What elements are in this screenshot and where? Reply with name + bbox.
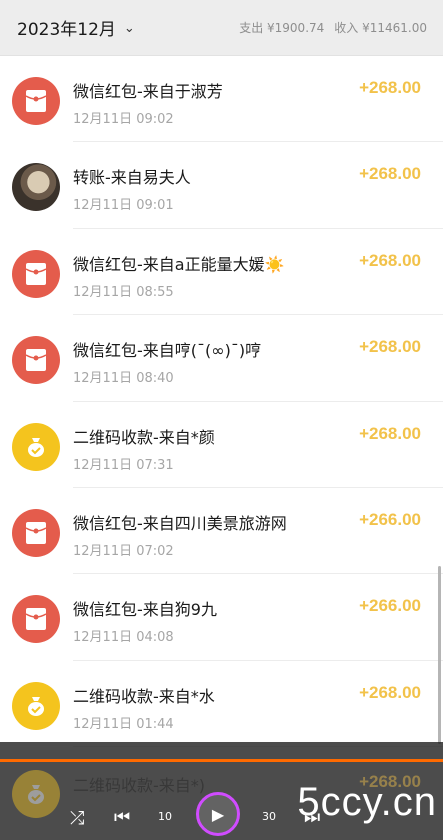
month-selector[interactable]: 2023年12月 ⌄: [17, 15, 135, 40]
transaction-title: 微信红包-来自a正能量大媛☀️: [73, 254, 285, 274]
watermark: 5ccy.cn: [297, 780, 437, 824]
transaction-amount: +268.00: [359, 250, 421, 270]
transaction-row[interactable]: 微信红包-来自a正能量大媛☀️ 12月11日 08:55 +268.00: [0, 229, 443, 316]
transaction-amount: +268.00: [359, 164, 421, 184]
transaction-time: 12月11日 07:02: [73, 543, 174, 559]
red-packet-icon: [12, 336, 60, 385]
transaction-row[interactable]: 转账-来自易夫人 12月11日 09:01 +268.00: [0, 142, 443, 230]
transaction-amount: +268.00: [359, 682, 421, 702]
transaction-time: 12月11日 09:02: [73, 112, 174, 127]
red-packet-icon: [12, 77, 60, 125]
month-summary: 支出 ¥1900.74 收入 ¥11461.00: [239, 19, 427, 36]
transaction-title: 转账-来自易夫人: [73, 168, 191, 188]
spend-total: 支出 ¥1900.74: [239, 21, 325, 35]
scrollbar[interactable]: [438, 566, 441, 744]
shuffle-icon[interactable]: ⤮: [70, 808, 84, 829]
transaction-title: 二维码收款-来自*水: [73, 686, 215, 706]
transaction-amount: +268.00: [359, 423, 421, 443]
transaction-time: 12月11日 01:44: [73, 716, 174, 732]
transaction-row[interactable]: 微信红包-来自狗9九 12月11日 04:08 +266.00: [0, 574, 443, 662]
partial-row-title: 二维码收款-来自*): [73, 776, 206, 795]
playback-progress[interactable]: [0, 759, 443, 762]
transaction-title: 二维码收款-来自*颜: [73, 427, 215, 447]
red-packet-icon: [12, 508, 60, 557]
transaction-amount: +266.00: [359, 509, 421, 529]
transaction-row[interactable]: 二维码收款-来自*水 12月11日 01:44 +268.00: [0, 661, 443, 748]
transaction-list: 微信红包-来自于淑芳 12月11日 09:02 +268.00 转账-来自易夫人 12月…: [0, 56, 443, 748]
red-packet-icon: [12, 595, 60, 644]
previous-icon[interactable]: ⏮: [114, 807, 130, 828]
transaction-amount: +268.00: [359, 78, 421, 97]
forward-30-icon[interactable]: 30: [262, 810, 276, 823]
transaction-title: 微信红包-来自狗9九: [73, 600, 217, 620]
transaction-title: 微信红包-来自四川美景旅游网: [73, 513, 287, 533]
user-avatar-photo: [12, 163, 60, 212]
money-bag-icon: [12, 681, 60, 730]
chevron-down-icon: ⌄: [123, 21, 135, 36]
transaction-amount: +268.00: [359, 337, 421, 357]
transaction-title: 微信红包-来自于淑芳: [73, 82, 223, 101]
play-icon: ▶: [211, 804, 225, 824]
transaction-time: 12月11日 04:08: [73, 630, 174, 646]
transaction-row[interactable]: 微信红包-来自于淑芳 12月11日 09:02 +268.00: [0, 56, 443, 143]
media-player-overlay: 二维码收款-来自*) +268.00 ⤮ ⏮ 10 ▶ 30 ⏭ 5ccy.cn: [0, 742, 443, 840]
month-label: 2023年12月: [17, 20, 116, 40]
transaction-row[interactable]: 二维码收款-来自*颜 12月11日 07:31 +268.00: [0, 402, 443, 489]
money-bag-icon: [12, 770, 60, 818]
rewind-10-icon[interactable]: 10: [158, 810, 172, 823]
transaction-amount: +266.00: [359, 596, 421, 616]
money-bag-icon: [12, 422, 60, 471]
transaction-row[interactable]: 微信红包-来自哼(¯(∞)¯)哼 12月11日 08:40 +268.00: [0, 315, 443, 402]
red-packet-icon: [12, 249, 60, 298]
play-button[interactable]: ▶: [196, 792, 240, 836]
transaction-time: 12月11日 08:55: [73, 284, 174, 300]
header-bar: 2023年12月 ⌄ 支出 ¥1900.74 收入 ¥11461.00: [0, 0, 443, 56]
transaction-time: 12月11日 08:40: [73, 371, 174, 387]
transaction-row[interactable]: 微信红包-来自四川美景旅游网 12月11日 07:02 +266.00: [0, 488, 443, 575]
transaction-title: 微信红包-来自哼(¯(∞)¯)哼: [73, 341, 262, 361]
transaction-time: 12月11日 09:01: [73, 198, 174, 214]
transaction-time: 12月11日 07:31: [73, 457, 174, 473]
income-total: 收入 ¥11461.00: [334, 21, 427, 35]
